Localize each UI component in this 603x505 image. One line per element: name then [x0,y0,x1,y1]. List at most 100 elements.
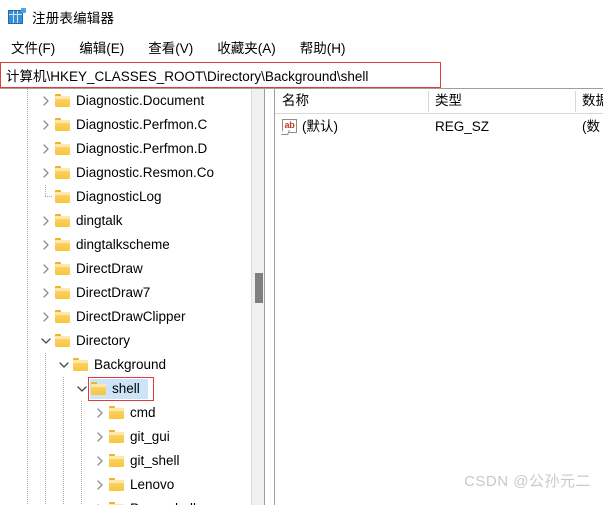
chevron-right-icon[interactable] [92,449,108,473]
chevron-right-icon[interactable] [92,497,108,505]
tree-node-dingtalkscheme[interactable]: dingtalkscheme [0,233,252,257]
content-area: Diagnostic.Document Diagnostic.Perfmon.C D… [0,88,603,505]
title-bar: 注册表编辑器 [0,0,603,33]
tree-indent [0,89,38,113]
tree-indent [0,377,74,401]
tree-indent [0,113,38,137]
chevron-right-icon[interactable] [38,89,54,113]
chevron-right-icon[interactable] [38,257,54,281]
chevron-right-icon[interactable] [38,113,54,137]
tree-node-label: Diagnostic.Perfmon.C [76,117,208,132]
menu-item-favorites[interactable]: 收藏夹(A) [217,37,276,57]
tree-node-label: Powershell [130,497,196,505]
menu-item-help[interactable]: 帮助(H) [300,37,346,57]
value-row[interactable]: ab (默认) REG_SZ (数 [275,115,603,139]
tree-node-git-shell[interactable]: git_shell [0,449,252,473]
folder-icon [54,185,72,209]
column-divider[interactable] [575,91,576,112]
tree-indent [0,473,92,497]
tree-indent [0,281,38,305]
tree-node-label: git_gui [130,429,170,444]
csdn-watermark: CSDN @公孙元二 [464,473,591,490]
tree-node-git-gui[interactable]: git_gui [0,425,252,449]
folder-icon [54,233,72,257]
tree-node-shell[interactable]: shell [0,377,252,401]
tree-node-dingtalk[interactable]: dingtalk [0,209,252,233]
tree-node-directdraw7[interactable]: DirectDraw7 [0,281,252,305]
string-value-icon: ab [281,119,298,135]
tree-node-directory[interactable]: Directory [0,329,252,353]
menu-item-edit[interactable]: 编辑(E) [79,37,124,57]
registry-editor-icon [8,8,26,25]
address-bar[interactable]: 计算机\HKEY_CLASSES_ROOT\Directory\Backgrou… [1,63,440,87]
menu-item-view[interactable]: 查看(V) [148,37,193,57]
tree-node-diagnostic-resmon-co[interactable]: Diagnostic.Resmon.Co [0,161,252,185]
column-divider[interactable] [428,91,429,112]
chevron-down-icon[interactable] [74,377,90,401]
registry-tree: Diagnostic.Document Diagnostic.Perfmon.C D… [0,89,252,505]
chevron-right-icon[interactable] [38,137,54,161]
tree-node-diagnosticlog[interactable]: DiagnosticLog [0,185,252,209]
tree-indent [0,497,92,505]
chevron-down-icon[interactable] [38,329,54,353]
column-header-data[interactable]: 数据 [575,89,603,113]
chevron-right-icon[interactable] [92,401,108,425]
folder-icon [108,449,126,473]
tree-indent [0,233,38,257]
tree-indent [0,137,38,161]
tree-indent [0,161,38,185]
folder-icon [54,113,72,137]
chevron-right-icon[interactable] [38,161,54,185]
tree-node-label: DirectDrawClipper [76,309,186,324]
tree-node-background[interactable]: Background [0,353,252,377]
folder-icon [54,257,72,281]
tree-node-diagnostic-perfmon-d[interactable]: Diagnostic.Perfmon.D [0,137,252,161]
tree-leaf-marker [38,185,54,209]
chevron-right-icon[interactable] [38,233,54,257]
column-header-name[interactable]: 名称 [275,89,428,113]
value-data: (数 [582,119,600,134]
chevron-right-icon[interactable] [38,305,54,329]
tree-node-label: git_shell [130,453,180,468]
chevron-right-icon[interactable] [38,281,54,305]
folder-icon [108,473,126,497]
tree-indent [0,305,38,329]
tree-node-label: shell [112,381,140,396]
tree-node-lenovo[interactable]: Lenovo [0,473,252,497]
registry-tree-pane: Diagnostic.Document Diagnostic.Perfmon.C D… [0,89,264,505]
folder-icon [54,281,72,305]
tree-indent [0,401,92,425]
tree-node-label: Diagnostic.Resmon.Co [76,165,215,180]
tree-node-diagnostic-document[interactable]: Diagnostic.Document [0,89,252,113]
chevron-down-icon[interactable] [56,353,72,377]
chevron-right-icon[interactable] [38,209,54,233]
value-type: REG_SZ [435,119,490,134]
tree-node-diagnostic-perfmon-c[interactable]: Diagnostic.Perfmon.C [0,113,252,137]
folder-icon [72,353,90,377]
column-header-type[interactable]: 类型 [428,89,575,113]
tree-node-label: DirectDraw7 [76,285,151,300]
tree-node-cmd[interactable]: cmd [0,401,252,425]
values-column-header: 名称 类型 数据 [275,89,603,114]
tree-indent [0,329,38,353]
tree-vertical-scrollbar[interactable] [251,89,264,505]
tree-indent [0,425,92,449]
tree-scrollbar-thumb[interactable] [255,273,263,303]
menu-item-file[interactable]: 文件(F) [11,37,55,57]
folder-icon [54,137,72,161]
tree-node-label: DirectDraw [76,261,143,276]
tree-node-powershell[interactable]: Powershell [0,497,252,505]
chevron-right-icon[interactable] [92,473,108,497]
folder-icon [54,209,72,233]
folder-icon [108,497,126,505]
tree-node-label: cmd [130,405,156,420]
folder-icon [54,329,72,353]
tree-node-directdrawclipper[interactable]: DirectDrawClipper [0,305,252,329]
tree-indent [0,449,92,473]
window-title: 注册表编辑器 [32,10,115,26]
tree-node-directdraw[interactable]: DirectDraw [0,257,252,281]
tree-node-label: dingtalkscheme [76,237,170,252]
pane-splitter[interactable] [264,89,275,505]
chevron-right-icon[interactable] [92,425,108,449]
tree-node-label: Diagnostic.Perfmon.D [76,141,208,156]
